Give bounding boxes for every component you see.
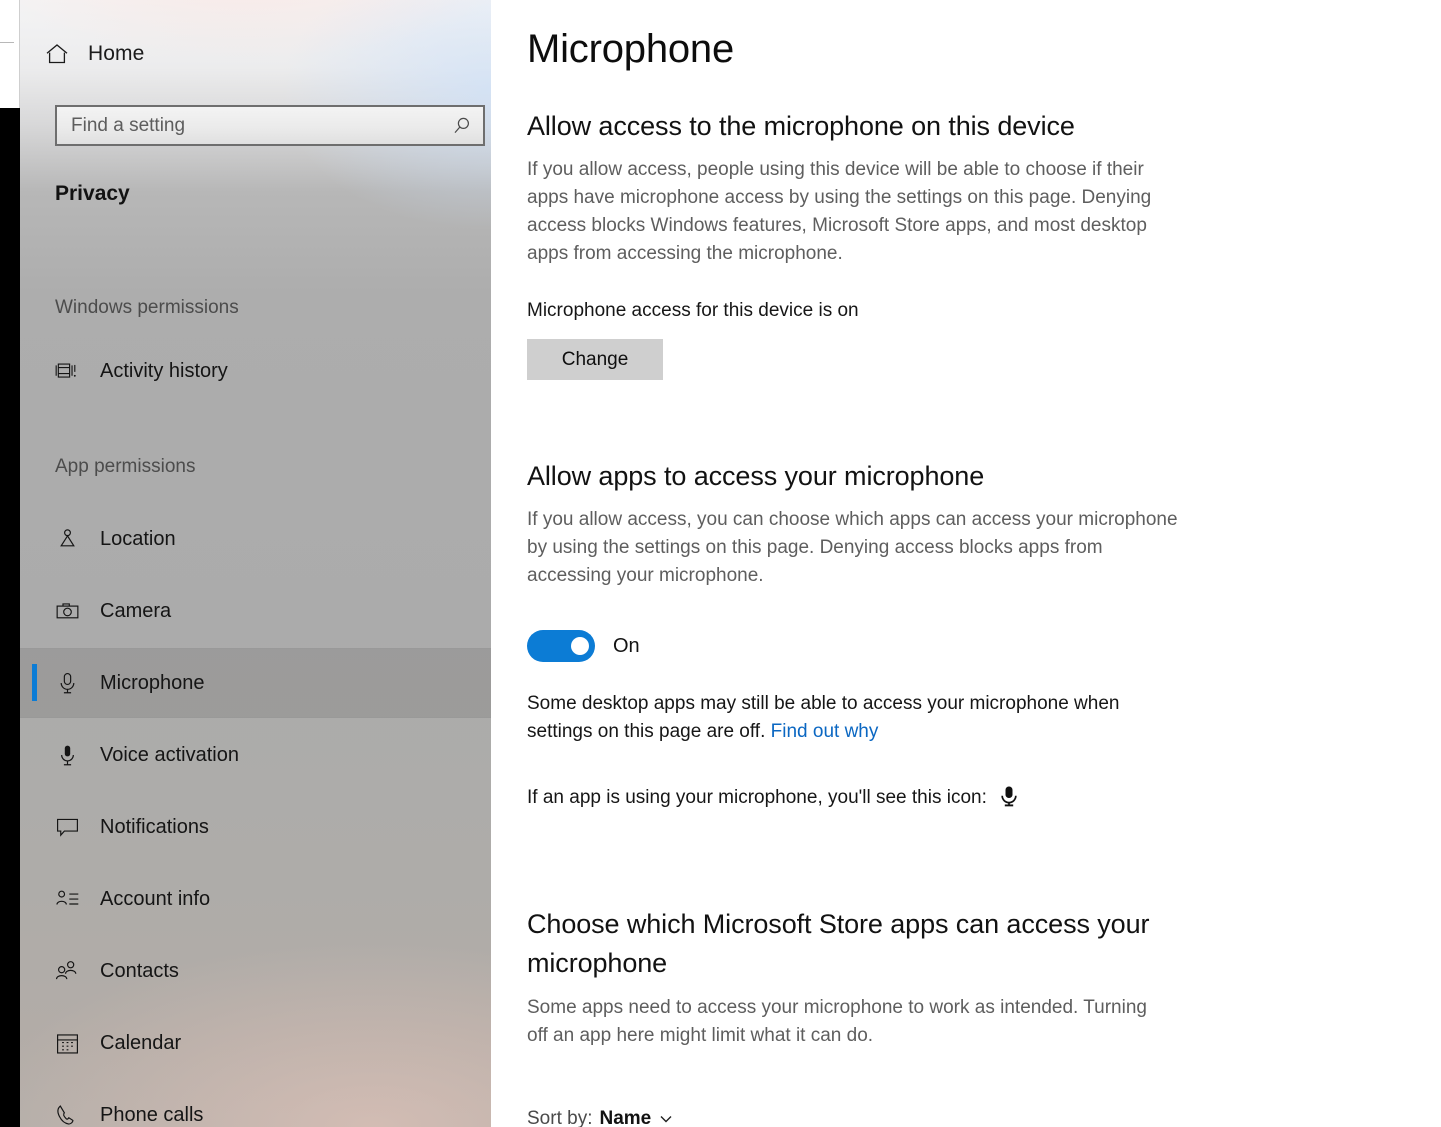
device-access-status: Microphone access for this device is on [527,300,859,321]
sidebar-item-contacts[interactable]: Contacts [20,937,491,1005]
notifications-icon [52,812,82,842]
sidebar-item-label: Calendar [100,1031,182,1054]
sidebar-item-phone-calls[interactable]: Phone calls [20,1081,491,1127]
apps-access-toggle[interactable] [527,630,595,662]
microphone-icon [52,668,82,698]
location-icon [52,524,82,554]
search-box[interactable] [55,105,485,146]
sidebar-item-location[interactable]: Location [20,505,491,573]
device-access-heading: Allow access to the microphone on this d… [527,111,1075,141]
window-left-edge [0,0,20,1127]
contacts-icon [52,956,82,986]
sidebar-home-link[interactable]: Home [36,34,152,74]
sort-by-value: Name [599,1108,652,1127]
phone-calls-icon [52,1100,82,1127]
sidebar-item-account-info[interactable]: Account info [20,865,491,933]
sidebar-home-label: Home [88,42,145,65]
sidebar-item-notifications[interactable]: Notifications [20,793,491,861]
sidebar-item-calendar[interactable]: Calendar [20,1009,491,1077]
sidebar-item-label: Notifications [100,815,209,838]
sidebar-item-voice-activation[interactable]: Voice activation [20,721,491,789]
sidebar-item-label: Contacts [100,959,179,982]
selection-accent-bar [32,664,37,701]
window-edge-divider [0,42,14,43]
device-access-description: If you allow access, people using this d… [527,159,1152,264]
sidebar-item-camera[interactable]: Camera [20,577,491,645]
find-out-why-link[interactable]: Find out why [771,721,879,742]
sidebar-item-label: Account info [100,887,211,910]
change-button[interactable]: Change [527,339,663,380]
page-title: Microphone [527,27,735,71]
sidebar-item-label: Voice activation [100,743,239,766]
sidebar-group-header-app-permissions: App permissions [55,456,196,477]
sidebar: Home Privacy Windows permissions [20,0,491,1127]
sidebar-group-header-windows-permissions: Windows permissions [55,297,239,318]
camera-icon [52,596,82,626]
search-input[interactable] [71,114,451,137]
sidebar-item-label: Camera [100,599,172,622]
sidebar-item-label: Location [100,527,176,550]
microphone-in-use-note: If an app is using your microphone, you'… [527,785,1019,811]
microphone-icon [999,785,1019,809]
apps-access-toggle-row: On [527,630,640,662]
desktop-apps-note: Some desktop apps may still be able to a… [527,690,1187,746]
main-content: Microphone Allow access to the microphon… [491,0,1441,1127]
sidebar-item-label: Activity history [100,359,228,382]
sidebar-item-activity-history[interactable]: Activity history [20,337,491,405]
calendar-icon [52,1028,82,1058]
toggle-knob [571,637,589,655]
store-apps-description: Some apps need to access your microphone… [527,997,1147,1046]
store-apps-heading: Choose which Microsoft Store apps can ac… [527,909,1150,978]
sidebar-item-label: Microphone [100,671,205,694]
settings-window: Home Privacy Windows permissions [0,0,1441,1127]
activity-history-icon [52,356,82,386]
account-info-icon [52,884,82,914]
home-icon [44,41,70,67]
apps-access-toggle-label: On [613,634,640,657]
sidebar-item-microphone[interactable]: Microphone [20,648,491,718]
search-icon[interactable] [451,115,473,137]
sort-by-label: Sort by: [527,1108,593,1127]
window-left-edge-top [0,0,20,108]
apps-access-description: If you allow access, you can choose whic… [527,509,1178,586]
microphone-in-use-note-text: If an app is using your microphone, you'… [527,787,987,808]
voice-activation-icon [52,740,82,770]
sidebar-section-title: Privacy [55,182,130,205]
apps-access-heading: Allow apps to access your microphone [527,461,985,491]
sidebar-content: Home Privacy Windows permissions [20,0,491,1127]
sidebar-item-label: Phone calls [100,1103,204,1126]
chevron-down-icon[interactable] [658,1111,674,1127]
sort-by-dropdown[interactable]: Sort by: Name [527,1108,674,1127]
